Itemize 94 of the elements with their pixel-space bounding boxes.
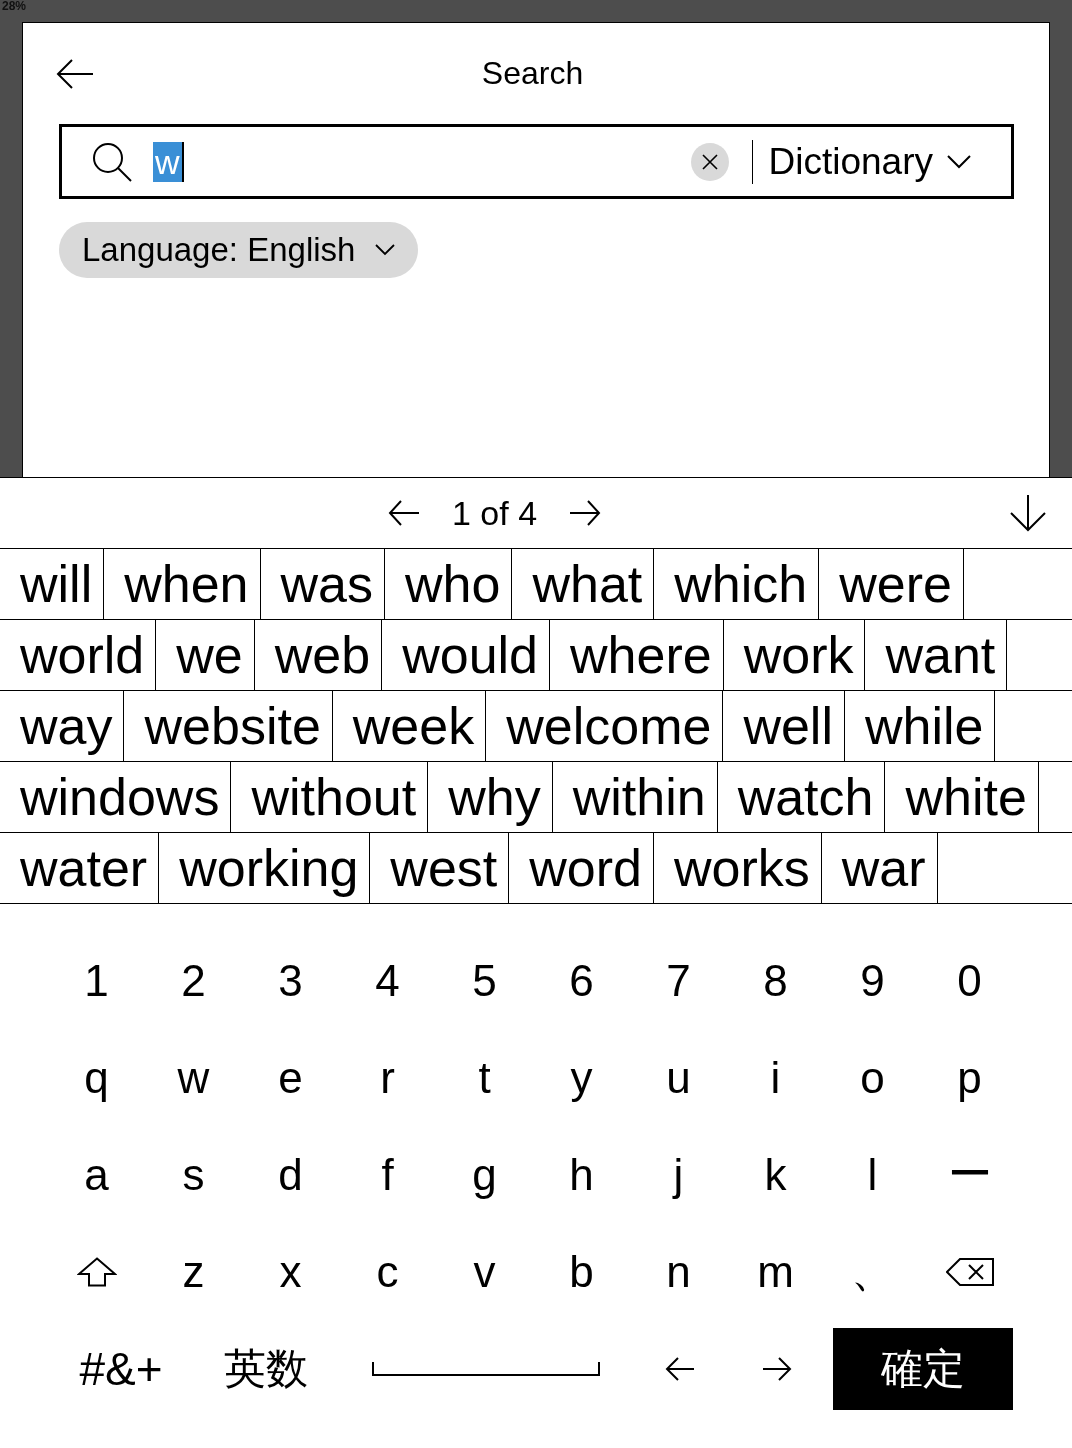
suggestion-word[interactable]: we xyxy=(156,620,255,690)
page-title: Search xyxy=(481,55,584,92)
chevron-down-icon xyxy=(947,154,971,169)
search-icon xyxy=(92,141,132,182)
confirm-button[interactable]: 確定 xyxy=(833,1327,1013,1410)
suggestion-word[interactable]: white xyxy=(885,762,1039,832)
language-filter-chip[interactable]: Language: English xyxy=(59,222,419,278)
keyboard-key[interactable]: l xyxy=(824,1126,921,1223)
input-mode-key[interactable]: 英数 xyxy=(211,1333,321,1404)
backspace-icon xyxy=(945,1257,994,1286)
keyboard-key[interactable]: 1 xyxy=(48,932,145,1029)
suggestion-word[interactable]: web xyxy=(254,620,383,690)
keyboard-key[interactable]: v xyxy=(436,1223,533,1320)
right-arrow-icon xyxy=(762,1355,792,1382)
suggestion-word[interactable]: world xyxy=(0,620,157,690)
keyboard-key[interactable]: n xyxy=(630,1223,727,1320)
keyboard-key[interactable]: z xyxy=(145,1223,242,1320)
suggestion-word[interactable]: were xyxy=(819,549,964,619)
suggestion-word[interactable]: within xyxy=(552,762,718,832)
keyboard-key[interactable]: m xyxy=(727,1223,824,1320)
suggestion-word[interactable]: work xyxy=(723,620,866,690)
suggestion-word[interactable]: while xyxy=(844,691,996,761)
left-arrow-icon xyxy=(388,500,420,526)
keyboard-key[interactable]: h xyxy=(533,1126,630,1223)
keyboard-key[interactable]: 6 xyxy=(533,932,630,1029)
suggestion-word[interactable]: want xyxy=(865,620,1008,690)
suggestion-word[interactable]: well xyxy=(723,691,845,761)
keyboard-key[interactable]: ー xyxy=(921,1126,1018,1223)
suggestion-word[interactable]: who xyxy=(385,549,513,619)
space-bar-icon xyxy=(372,1361,600,1376)
suggestion-word[interactable]: which xyxy=(654,549,820,619)
clear-button[interactable] xyxy=(690,142,729,181)
suggestion-word[interactable]: week xyxy=(332,691,487,761)
keyboard-key[interactable]: 、 xyxy=(824,1223,921,1320)
suggestion-word[interactable]: without xyxy=(231,762,429,832)
keyboard-key[interactable]: s xyxy=(145,1126,242,1223)
keyboard-key[interactable]: u xyxy=(630,1029,727,1126)
suggestion-word[interactable]: works xyxy=(654,833,822,903)
keyboard-key[interactable]: 2 xyxy=(145,932,242,1029)
suggestion-word[interactable]: was xyxy=(260,549,385,619)
keyboard-key[interactable]: b xyxy=(533,1223,630,1320)
suggestion-word[interactable]: working xyxy=(159,833,371,903)
back-arrow-icon xyxy=(56,58,94,89)
suggestion-word[interactable]: why xyxy=(428,762,553,832)
keyboard-key[interactable]: x xyxy=(242,1223,339,1320)
keyboard-key[interactable]: e xyxy=(242,1029,339,1126)
keyboard-key[interactable]: f xyxy=(339,1126,436,1223)
keyboard-key[interactable]: w xyxy=(145,1029,242,1126)
text-cursor xyxy=(181,141,184,182)
suggestion-word[interactable]: west xyxy=(370,833,510,903)
keyboard-key[interactable]: 5 xyxy=(436,932,533,1029)
suggestion-word[interactable]: war xyxy=(821,833,938,903)
suggestion-word[interactable]: website xyxy=(124,691,333,761)
down-arrow-icon xyxy=(1010,494,1046,532)
keyboard-key[interactable]: t xyxy=(436,1029,533,1126)
shift-icon xyxy=(76,1256,117,1287)
keyboard-key[interactable]: 7 xyxy=(630,932,727,1029)
keyboard-key[interactable]: p xyxy=(921,1029,1018,1126)
suggestion-word[interactable]: water xyxy=(0,833,160,903)
chevron-down-icon xyxy=(375,244,396,256)
suggestion-word[interactable]: word xyxy=(509,833,654,903)
keyboard-key[interactable]: 3 xyxy=(242,932,339,1029)
suggestion-word[interactable]: when xyxy=(104,549,261,619)
keyboard-key[interactable]: q xyxy=(48,1029,145,1126)
page-indicator: 1 of 4 xyxy=(452,493,538,533)
left-arrow-icon xyxy=(665,1355,695,1382)
keyboard-key[interactable]: d xyxy=(242,1126,339,1223)
keyboard-key[interactable]: k xyxy=(727,1126,824,1223)
suggestion-word[interactable]: windows xyxy=(0,762,232,832)
suggestion-word[interactable]: will xyxy=(0,549,105,619)
keyboard-key[interactable]: g xyxy=(436,1126,533,1223)
suggestion-word[interactable]: way xyxy=(0,691,125,761)
suggestion-word[interactable]: what xyxy=(512,549,655,619)
input-text: w xyxy=(153,141,182,182)
suggestion-word[interactable]: where xyxy=(550,620,724,690)
keyboard-key[interactable]: i xyxy=(727,1029,824,1126)
keyboard-key[interactable]: 9 xyxy=(824,932,921,1029)
keyboard-key[interactable]: o xyxy=(824,1029,921,1126)
keyboard-key[interactable]: 0 xyxy=(921,932,1018,1029)
keyboard-key[interactable]: c xyxy=(339,1223,436,1320)
keyboard-key[interactable]: r xyxy=(339,1029,436,1126)
scope-dropdown[interactable]: Dictionary xyxy=(768,136,971,187)
right-arrow-icon xyxy=(569,500,602,526)
suggestion-word[interactable]: watch xyxy=(717,762,886,832)
keyboard-key[interactable]: y xyxy=(533,1029,630,1126)
keyboard-key[interactable]: a xyxy=(48,1126,145,1223)
keyboard-key[interactable]: j xyxy=(630,1126,727,1223)
suggestion-word[interactable]: would xyxy=(382,620,551,690)
keyboard-key[interactable]: 8 xyxy=(727,932,824,1029)
suggestion-word[interactable]: welcome xyxy=(486,691,724,761)
keyboard-key[interactable]: 4 xyxy=(339,932,436,1029)
close-icon xyxy=(701,153,718,170)
battery-percentage: 28% xyxy=(2,0,27,13)
symbols-key[interactable]: #&+ xyxy=(60,1333,182,1404)
